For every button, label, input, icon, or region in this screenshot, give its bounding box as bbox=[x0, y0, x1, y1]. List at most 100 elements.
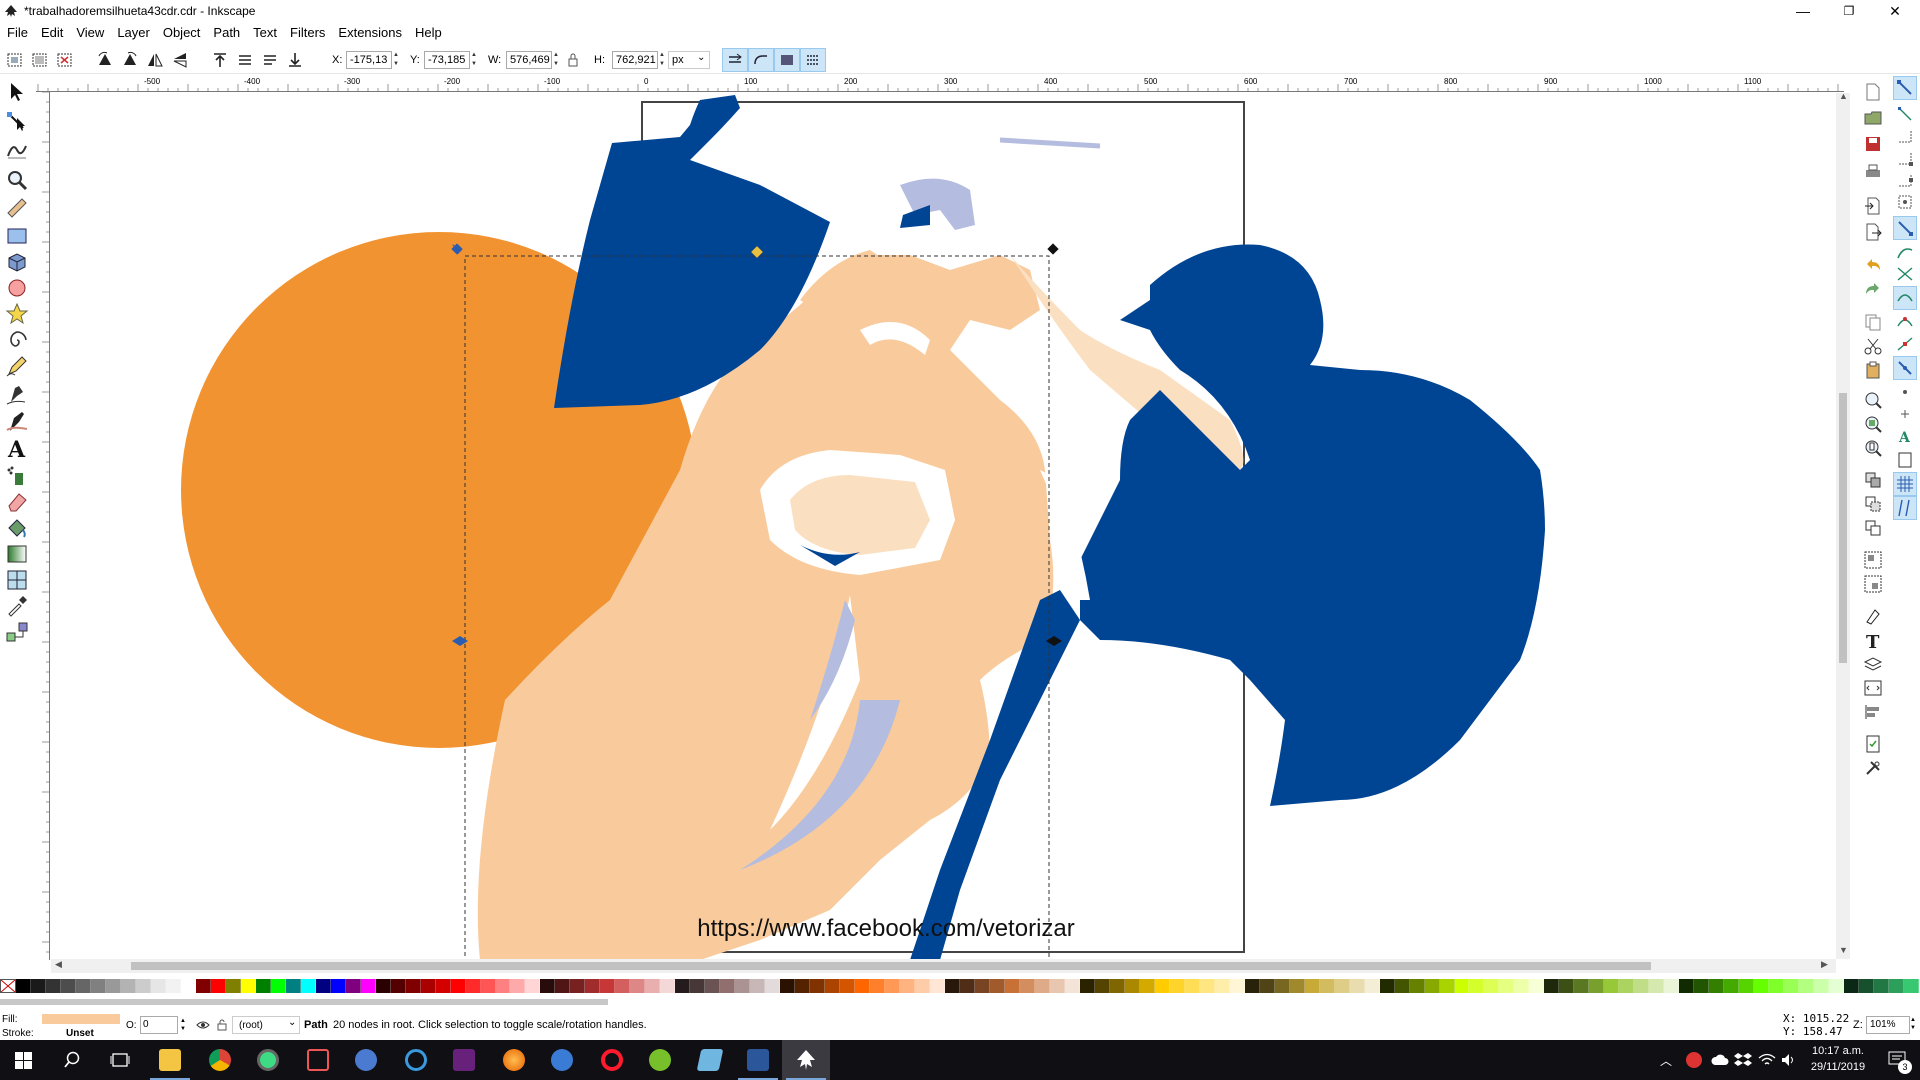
redo-icon[interactable] bbox=[1863, 280, 1883, 300]
snap-rotation-centers-icon[interactable] bbox=[1895, 404, 1915, 424]
copy-icon[interactable] bbox=[1863, 312, 1883, 332]
palette-swatch[interactable] bbox=[1274, 979, 1290, 993]
palette-swatch[interactable] bbox=[1304, 979, 1320, 993]
palette-swatch[interactable] bbox=[390, 979, 406, 993]
palette-swatch[interactable] bbox=[1484, 979, 1500, 993]
palette-swatch[interactable] bbox=[165, 979, 181, 993]
palette-swatch[interactable] bbox=[1499, 979, 1515, 993]
palette-swatch[interactable] bbox=[960, 979, 975, 993]
palette-swatch[interactable] bbox=[630, 979, 646, 993]
raise-to-top-icon[interactable] bbox=[210, 50, 230, 70]
snap-page-border-icon[interactable] bbox=[1895, 450, 1915, 470]
calligraphy-tool-icon[interactable] bbox=[5, 410, 29, 434]
palette-swatch[interactable] bbox=[375, 979, 391, 993]
clone-icon[interactable] bbox=[1863, 494, 1883, 514]
opacity-spinner[interactable]: ▲ ▼ bbox=[180, 1017, 186, 1033]
palette-swatch[interactable] bbox=[1064, 979, 1080, 993]
task-view-button[interactable] bbox=[96, 1040, 144, 1080]
align-distribute-icon[interactable] bbox=[1863, 702, 1883, 722]
artwork[interactable]: https://www.facebook.com/vetorizar bbox=[51, 93, 1843, 959]
snap-line-midpoints-icon[interactable] bbox=[1895, 334, 1915, 354]
palette-swatch[interactable] bbox=[1139, 979, 1155, 993]
palette-swatch[interactable] bbox=[135, 979, 151, 993]
gmail-notifier-icon[interactable] bbox=[1686, 1052, 1702, 1068]
w-input[interactable]: 576,469 bbox=[506, 51, 552, 69]
palette-swatch[interactable] bbox=[1244, 979, 1260, 993]
palette-swatch[interactable] bbox=[1109, 979, 1125, 993]
palette-swatch[interactable] bbox=[1844, 979, 1860, 993]
palette-swatch[interactable] bbox=[1394, 979, 1410, 993]
palette-swatch[interactable] bbox=[1409, 979, 1425, 993]
palette-swatch[interactable] bbox=[1124, 979, 1140, 993]
palette-swatch[interactable] bbox=[315, 979, 331, 993]
spray-tool-icon[interactable] bbox=[5, 464, 29, 488]
palette-swatch[interactable] bbox=[1469, 979, 1485, 993]
taskbar-visual-studio[interactable] bbox=[440, 1040, 488, 1080]
zoom-page-icon[interactable] bbox=[1863, 438, 1883, 458]
snap-smooth-nodes-icon[interactable] bbox=[1895, 312, 1915, 332]
palette-swatch[interactable] bbox=[660, 979, 676, 993]
snap-bbox-icon[interactable] bbox=[1895, 104, 1915, 124]
palette-swatch[interactable] bbox=[240, 979, 256, 993]
move-gradients-toggle[interactable] bbox=[774, 48, 800, 72]
palette-swatch[interactable] bbox=[945, 979, 961, 993]
move-patterns-toggle[interactable] bbox=[800, 48, 826, 72]
palette-swatch[interactable] bbox=[1769, 979, 1785, 993]
palette-swatch[interactable] bbox=[450, 979, 466, 993]
horizontal-ruler[interactable]: -500 -400 -300 -200 -100 0 100 200 300 4… bbox=[36, 76, 1844, 92]
pen-tool-icon[interactable] bbox=[5, 382, 29, 406]
palette-swatch[interactable] bbox=[1154, 979, 1170, 993]
palette-swatch[interactable] bbox=[420, 979, 436, 993]
palette-swatch[interactable] bbox=[720, 979, 736, 993]
palette-swatch[interactable] bbox=[435, 979, 451, 993]
xml-editor-icon[interactable] bbox=[1863, 678, 1883, 698]
snap-bbox-midpoint-icon[interactable] bbox=[1895, 170, 1915, 190]
palette-swatch[interactable] bbox=[1169, 979, 1185, 993]
snap-text-baseline-icon[interactable]: A bbox=[1895, 426, 1915, 446]
dropper-tool-icon[interactable] bbox=[5, 594, 29, 618]
menu-help[interactable]: Help bbox=[408, 22, 448, 44]
palette-swatch[interactable] bbox=[300, 979, 316, 993]
taskbar-app-4[interactable] bbox=[294, 1040, 342, 1080]
scale-corners-toggle[interactable] bbox=[748, 48, 774, 72]
palette-swatch[interactable] bbox=[1634, 979, 1650, 993]
menu-view[interactable]: View bbox=[69, 22, 110, 44]
palette-swatch[interactable] bbox=[1859, 979, 1875, 993]
palette-swatch[interactable] bbox=[1649, 979, 1665, 993]
palette-swatch[interactable] bbox=[855, 979, 871, 993]
snap-others-toggle[interactable] bbox=[1893, 356, 1917, 380]
palette-swatch[interactable] bbox=[885, 979, 901, 993]
print-icon[interactable] bbox=[1863, 162, 1883, 182]
unlink-clone-icon[interactable] bbox=[1863, 518, 1883, 538]
menu-file[interactable]: File bbox=[0, 22, 34, 44]
preferences-icon[interactable] bbox=[1863, 758, 1883, 778]
palette-swatch[interactable] bbox=[1604, 979, 1620, 993]
palette-swatch[interactable] bbox=[1784, 979, 1800, 993]
palette-swatch[interactable] bbox=[1709, 979, 1725, 993]
minimize-button[interactable]: — bbox=[1780, 0, 1826, 22]
taskbar-android-studio[interactable] bbox=[244, 1040, 292, 1080]
chevron-down-icon[interactable]: ⌄ bbox=[697, 52, 705, 63]
palette-swatch[interactable] bbox=[1739, 979, 1755, 993]
palette-swatch[interactable] bbox=[1664, 979, 1680, 993]
palette-swatch[interactable] bbox=[1814, 979, 1830, 993]
snap-bbox-center-icon[interactable] bbox=[1895, 192, 1915, 212]
node-tool-icon[interactable] bbox=[5, 110, 29, 134]
taskbar-app-5[interactable] bbox=[342, 1040, 390, 1080]
palette-swatch[interactable] bbox=[465, 979, 481, 993]
raise-icon[interactable] bbox=[235, 50, 255, 70]
ungroup-icon[interactable] bbox=[1863, 574, 1883, 594]
rotate-cw-icon[interactable] bbox=[120, 50, 140, 70]
palette-swatch[interactable] bbox=[510, 979, 526, 993]
palette-swatch[interactable] bbox=[1874, 979, 1890, 993]
palette-swatch[interactable] bbox=[1214, 979, 1230, 993]
palette-swatch[interactable] bbox=[1199, 979, 1215, 993]
cut-icon[interactable] bbox=[1863, 336, 1883, 356]
export-icon[interactable] bbox=[1863, 222, 1883, 242]
palette-swatch[interactable] bbox=[795, 979, 811, 993]
palette-swatch[interactable] bbox=[780, 979, 796, 993]
snap-grid-toggle[interactable] bbox=[1893, 472, 1917, 496]
palette-swatch[interactable] bbox=[1349, 979, 1365, 993]
palette-swatch[interactable] bbox=[255, 979, 271, 993]
clock-time[interactable]: 10:17 a.m. bbox=[1808, 1045, 1868, 1057]
